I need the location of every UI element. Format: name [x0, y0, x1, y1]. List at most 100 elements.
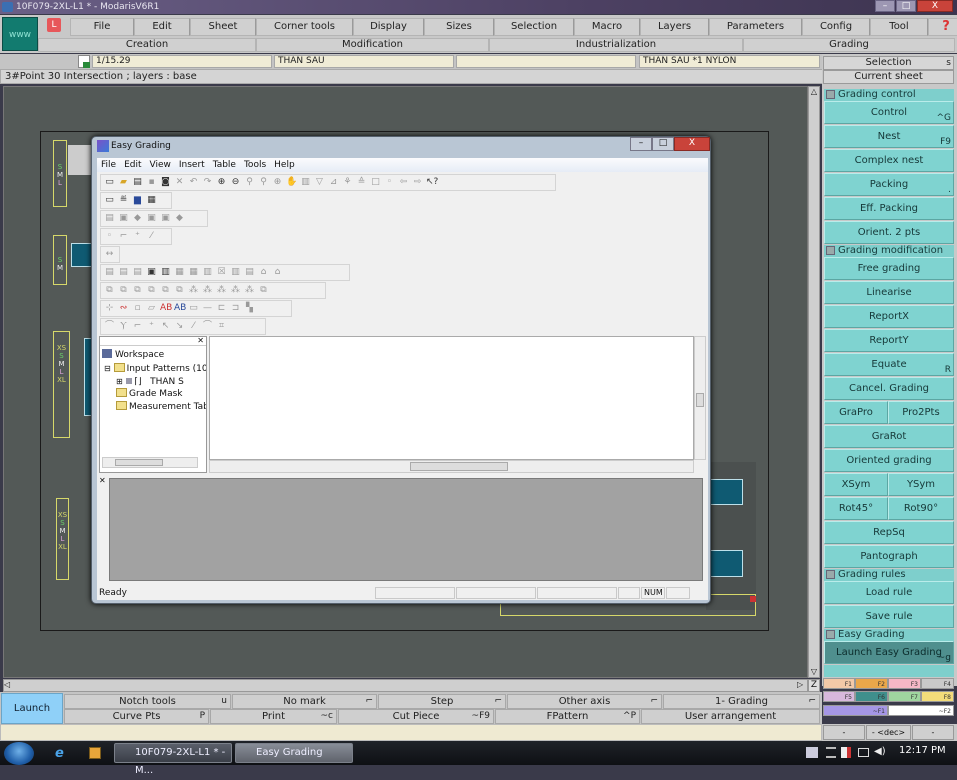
- delete-icon[interactable]: ✕: [174, 177, 185, 188]
- grid-icon[interactable]: ▣: [146, 267, 157, 278]
- copy-tool-icon-4[interactable]: ⧉: [146, 285, 157, 296]
- scroll-thumb[interactable]: [696, 393, 704, 407]
- swatch-f2[interactable]: F2: [855, 678, 888, 689]
- rect-tool-icon[interactable]: ▭: [188, 303, 199, 314]
- scroll-up-icon[interactable]: △: [809, 87, 819, 97]
- nav-dec-button[interactable]: - <dec>: [866, 725, 911, 740]
- model-field[interactable]: THAN SAU: [274, 55, 454, 68]
- eg-menu-edit[interactable]: Edit: [120, 158, 145, 172]
- volume-icon[interactable]: ◀): [874, 746, 886, 757]
- canvas-horizontal-scrollbar[interactable]: ◁ ▷: [3, 679, 808, 692]
- tree-item-measurement-table[interactable]: Measurement Tab: [116, 401, 206, 414]
- packing-button[interactable]: Packing.: [824, 173, 954, 196]
- equate-button[interactable]: Equate R: [824, 353, 954, 376]
- scroll-thumb[interactable]: [410, 462, 508, 471]
- network-icon[interactable]: [806, 747, 818, 758]
- notch-tools-button[interactable]: Notch tools u: [64, 694, 231, 709]
- grapro-button[interactable]: GraPro: [824, 401, 888, 424]
- point-tool-icon-1[interactable]: ◦: [104, 231, 115, 242]
- copy-tool-icon-3[interactable]: ⧉: [132, 285, 143, 296]
- eg-maximize-button[interactable]: □: [652, 137, 674, 151]
- curve-tool-icon-11[interactable]: ▚: [244, 303, 255, 314]
- canvas-vertical-scrollbar[interactable]: △ ▽: [808, 86, 820, 678]
- size-label-block[interactable]: XS S M L XL: [53, 331, 70, 438]
- launch-easy-button[interactable]: Launch Easy: [1, 693, 63, 743]
- tree-item-than-sau[interactable]: ⊞ ⌈⌋ THAN S: [116, 375, 206, 389]
- step-dropdown[interactable]: Step ⌐: [378, 694, 506, 709]
- scroll-left-icon[interactable]: ◁: [4, 680, 14, 691]
- internet-explorer-icon[interactable]: e: [55, 746, 64, 761]
- zoom-fit-icon[interactable]: ⚲: [258, 177, 269, 188]
- action-center-flag-icon[interactable]: [841, 747, 851, 758]
- cascade-view-icon[interactable]: ▆: [132, 195, 143, 206]
- context-help-icon[interactable]: ↖?: [426, 177, 438, 188]
- eff-packing-button[interactable]: Eff. Packing: [824, 197, 954, 220]
- calculator-icon[interactable]: ▥: [300, 177, 311, 188]
- repsq-button[interactable]: RepSq: [824, 521, 954, 544]
- grading-mode-dropdown[interactable]: 1- Grading ⌐: [663, 694, 820, 709]
- measure-distance-icon[interactable]: ↔: [104, 249, 115, 260]
- columns-icon[interactable]: ▥: [230, 267, 241, 278]
- empty-field[interactable]: [456, 55, 636, 68]
- eg-menu-file[interactable]: File: [97, 158, 120, 172]
- group-modification[interactable]: Modification: [256, 38, 489, 52]
- pattern-piece[interactable]: [71, 243, 93, 267]
- menu-config[interactable]: Config: [802, 18, 870, 36]
- cut-piece-button[interactable]: Cut Piece ~F9: [338, 709, 494, 724]
- pan-hand-icon[interactable]: ✋: [286, 177, 297, 188]
- workspace-close-icon[interactable]: ✕: [100, 337, 206, 346]
- swatch-f8[interactable]: F8: [921, 691, 954, 702]
- save-icon[interactable]: ▪: [146, 177, 157, 188]
- curve-tool-icon-3[interactable]: ▫: [132, 303, 143, 314]
- pantograph-button[interactable]: Pantograph: [824, 545, 954, 568]
- rot45-button[interactable]: Rot45°: [824, 497, 888, 520]
- scroll-down-icon[interactable]: ▽: [809, 667, 819, 677]
- section-easy-grading[interactable]: Easy Grading: [824, 629, 954, 641]
- measure-ab-icon[interactable]: AB: [160, 303, 172, 314]
- selection-button[interactable]: Selection s: [823, 56, 954, 70]
- merge-icon[interactable]: ▦: [188, 267, 199, 278]
- grade-tool-icon-3[interactable]: ◆: [132, 213, 143, 224]
- filter-icon[interactable]: ▽: [314, 177, 325, 188]
- delete-cell-icon[interactable]: ☒: [216, 267, 227, 278]
- eg-menu-tools[interactable]: Tools: [240, 158, 270, 172]
- shape-tool-icon-2[interactable]: Ⲩ: [118, 321, 129, 332]
- copy-tool-icon-10[interactable]: ⁂: [230, 285, 241, 296]
- orient-2pts-button[interactable]: Orient. 2 pts: [824, 221, 954, 244]
- display-icon[interactable]: [858, 748, 869, 757]
- copy-tool-icon-6[interactable]: ⧉: [174, 285, 185, 296]
- grading-view-icon[interactable]: ≝: [118, 195, 129, 206]
- clock[interactable]: 12:17 PM: [899, 745, 946, 756]
- measure-curve-icon[interactable]: ∾: [118, 303, 129, 314]
- cell-icon[interactable]: ▥: [202, 267, 213, 278]
- swatch-f1[interactable]: F1: [823, 678, 855, 689]
- size-label-block[interactable]: XS S M L XL: [56, 498, 69, 580]
- menu-layers[interactable]: Layers: [640, 18, 709, 36]
- redo-icon[interactable]: ↷: [202, 177, 213, 188]
- nav-prev-button[interactable]: -: [823, 725, 865, 740]
- point-tool-icon-3[interactable]: ⁺: [132, 231, 143, 242]
- checkbox-icon[interactable]: [826, 630, 835, 639]
- nest-button[interactable]: Nest F9: [824, 125, 954, 148]
- copy-tool-icon-7[interactable]: ⁂: [188, 285, 199, 296]
- selected-point-marker[interactable]: [750, 596, 756, 602]
- grade-tool-icon-1[interactable]: ▤: [104, 213, 115, 224]
- view-horizontal-scrollbar[interactable]: [209, 460, 694, 473]
- grade-tool-icon-5[interactable]: ▣: [160, 213, 171, 224]
- zoom-all-icon[interactable]: ⊕: [272, 177, 283, 188]
- menu-edit[interactable]: Edit: [134, 18, 190, 36]
- print-button[interactable]: Print ~c: [210, 709, 337, 724]
- section-grading-modification[interactable]: Grading modification: [824, 245, 954, 257]
- point-icon[interactable]: ◦: [384, 177, 395, 188]
- group-grading[interactable]: Grading: [743, 38, 955, 52]
- eg-menu-insert[interactable]: Insert: [175, 158, 209, 172]
- menu-selection[interactable]: Selection: [494, 18, 574, 36]
- swatch-f4[interactable]: F4: [921, 678, 954, 689]
- curve-tool-icon-4[interactable]: ▱: [146, 303, 157, 314]
- table-2-icon[interactable]: ▤: [118, 267, 129, 278]
- menu-file[interactable]: File: [70, 18, 134, 36]
- insert-col-icon[interactable]: ▦: [174, 267, 185, 278]
- taskbar-modaris-window[interactable]: 10F079-2XL-L1 * - M...: [114, 743, 232, 776]
- user-arrangement-button[interactable]: User arrangement: [641, 709, 820, 724]
- section-grading-rules[interactable]: Grading rules: [824, 569, 954, 581]
